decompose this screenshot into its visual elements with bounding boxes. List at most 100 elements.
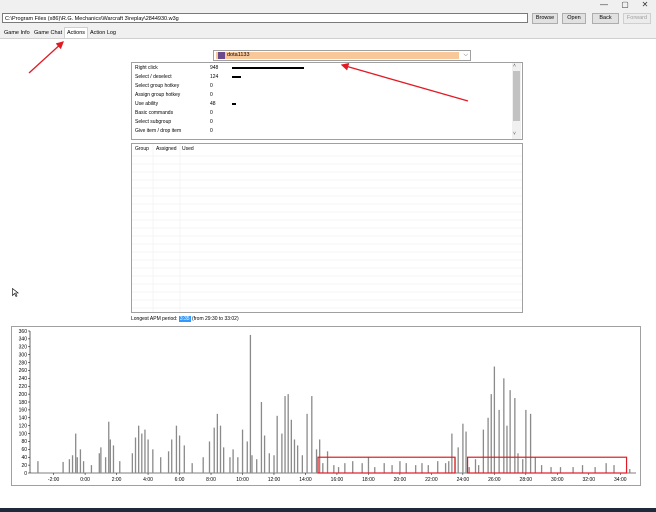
- apm-bar: [613, 465, 615, 473]
- apm-bar: [482, 429, 485, 473]
- close-icon[interactable]: ✕: [637, 0, 653, 11]
- apm-bar: [175, 425, 178, 473]
- open-button[interactable]: Open: [562, 13, 586, 24]
- apm-bar: [79, 449, 82, 473]
- action-bar: [232, 76, 242, 78]
- apm-bar: [223, 447, 225, 473]
- column-header-used[interactable]: Used: [182, 146, 194, 152]
- apm-bar: [509, 390, 511, 473]
- column-header-group[interactable]: Group: [135, 146, 149, 152]
- apm-bar: [131, 453, 134, 473]
- x-tick-label: 28:00: [520, 477, 533, 483]
- apm-bar: [503, 378, 505, 473]
- apm-bar: [525, 409, 527, 473]
- forward-button[interactable]: Forward: [623, 13, 651, 24]
- action-count: 48: [210, 101, 216, 107]
- action-count: 0: [210, 83, 213, 89]
- y-tick-label: 340: [19, 337, 28, 343]
- column-header-assigned[interactable]: Assigned: [156, 146, 177, 152]
- apm-bar: [273, 455, 275, 473]
- apm-bar: [75, 433, 77, 473]
- apm-bar: [374, 467, 376, 473]
- scrollbar-thumb[interactable]: [513, 71, 520, 121]
- x-tick-label: 6:00: [175, 477, 185, 483]
- scroll-down-icon[interactable]: ˅: [513, 131, 516, 137]
- apm-bar: [112, 445, 115, 473]
- browse-button[interactable]: Browse: [532, 13, 558, 24]
- action-bar: [232, 67, 304, 69]
- table-grid-lines: [132, 144, 522, 312]
- apm-bar: [465, 431, 467, 473]
- apm-bar: [581, 465, 584, 473]
- selection-highlight: [216, 52, 459, 59]
- tab-game-info[interactable]: Game Info: [2, 28, 32, 38]
- player-select[interactable]: dota1133 ⌵: [213, 50, 471, 61]
- action-count: 0: [210, 128, 213, 134]
- apm-bar: [104, 457, 107, 473]
- apm-bar: [437, 461, 439, 473]
- apm-bar: [290, 419, 292, 473]
- tab-action-log[interactable]: Action Log: [88, 28, 118, 38]
- action-bar: [232, 103, 236, 105]
- apm-bar: [529, 413, 532, 473]
- apm-bar: [605, 463, 607, 473]
- apm-bar: [540, 465, 543, 473]
- tab-game-chat[interactable]: Game Chat: [32, 28, 64, 38]
- x-tick-label: 24:00: [457, 477, 470, 483]
- y-tick-label: 0: [24, 471, 27, 477]
- y-tick-label: 300: [19, 352, 28, 358]
- action-label: Select / deselect: [135, 74, 172, 80]
- apm-bar: [399, 461, 401, 473]
- x-tick-label: 26:00: [488, 477, 501, 483]
- apm-bar: [147, 439, 149, 473]
- y-tick-label: 220: [19, 384, 28, 390]
- action-row: Give item / drop item 0: [135, 127, 505, 136]
- maximize-icon[interactable]: ▢: [617, 0, 633, 11]
- apm-bar: [506, 425, 508, 473]
- x-tick-label: 18:00: [362, 477, 375, 483]
- apm-bar: [249, 334, 252, 473]
- apm-bar: [229, 457, 231, 473]
- action-row: Select subgroup 0: [135, 118, 505, 127]
- action-row: Select / deselect 124: [135, 73, 505, 82]
- action-count: 948: [210, 65, 219, 71]
- x-tick-label: 8:00: [206, 477, 216, 483]
- apm-bar: [301, 455, 304, 473]
- longest-apm-duration: 3:35: [178, 316, 191, 322]
- x-tick-label: 10:00: [236, 477, 249, 483]
- apm-bar: [284, 396, 286, 473]
- x-tick-label: 22:00: [425, 477, 438, 483]
- chevron-down-icon[interactable]: ⌵: [463, 51, 468, 60]
- apm-bar: [178, 435, 181, 473]
- replay-path-field[interactable]: C:\Program Files (x86)\R.G. Mechanics\Wa…: [2, 13, 528, 23]
- x-tick-label: 4:00: [143, 477, 153, 483]
- action-row: Use ability 48: [135, 100, 505, 109]
- apm-bar: [517, 453, 519, 473]
- apm-bar: [629, 469, 631, 473]
- apm-bar: [134, 437, 137, 473]
- apm-bar: [559, 467, 562, 473]
- apm-bar: [457, 447, 459, 473]
- apm-bar: [37, 461, 39, 473]
- action-row: Select group hotkey 0: [135, 82, 505, 91]
- action-label: Use ability: [135, 101, 159, 107]
- scroll-up-icon[interactable]: ˄: [513, 63, 516, 69]
- action-label: Basic commands: [135, 110, 174, 116]
- action-label: Select subgroup: [135, 119, 172, 125]
- y-tick-label: 180: [19, 400, 28, 406]
- apm-bar: [82, 461, 85, 473]
- apm-bar: [251, 455, 253, 473]
- apm-bar: [468, 467, 470, 473]
- minimize-icon[interactable]: —: [596, 0, 612, 11]
- action-stats-list: Right click 948 Select / deselect 124 Select…: [131, 62, 523, 140]
- apm-bar: [498, 409, 500, 473]
- action-row: Basic commands 0: [135, 109, 505, 118]
- y-tick-label: 40: [21, 455, 27, 461]
- x-tick-label: 2:00: [112, 477, 122, 483]
- apm-bar: [367, 457, 370, 473]
- apm-bar: [319, 439, 321, 473]
- taskbar: [0, 508, 656, 512]
- back-button[interactable]: Back: [592, 13, 619, 24]
- apm-bar: [108, 421, 110, 473]
- hotkey-groups-table: Group Assigned Used: [131, 143, 523, 313]
